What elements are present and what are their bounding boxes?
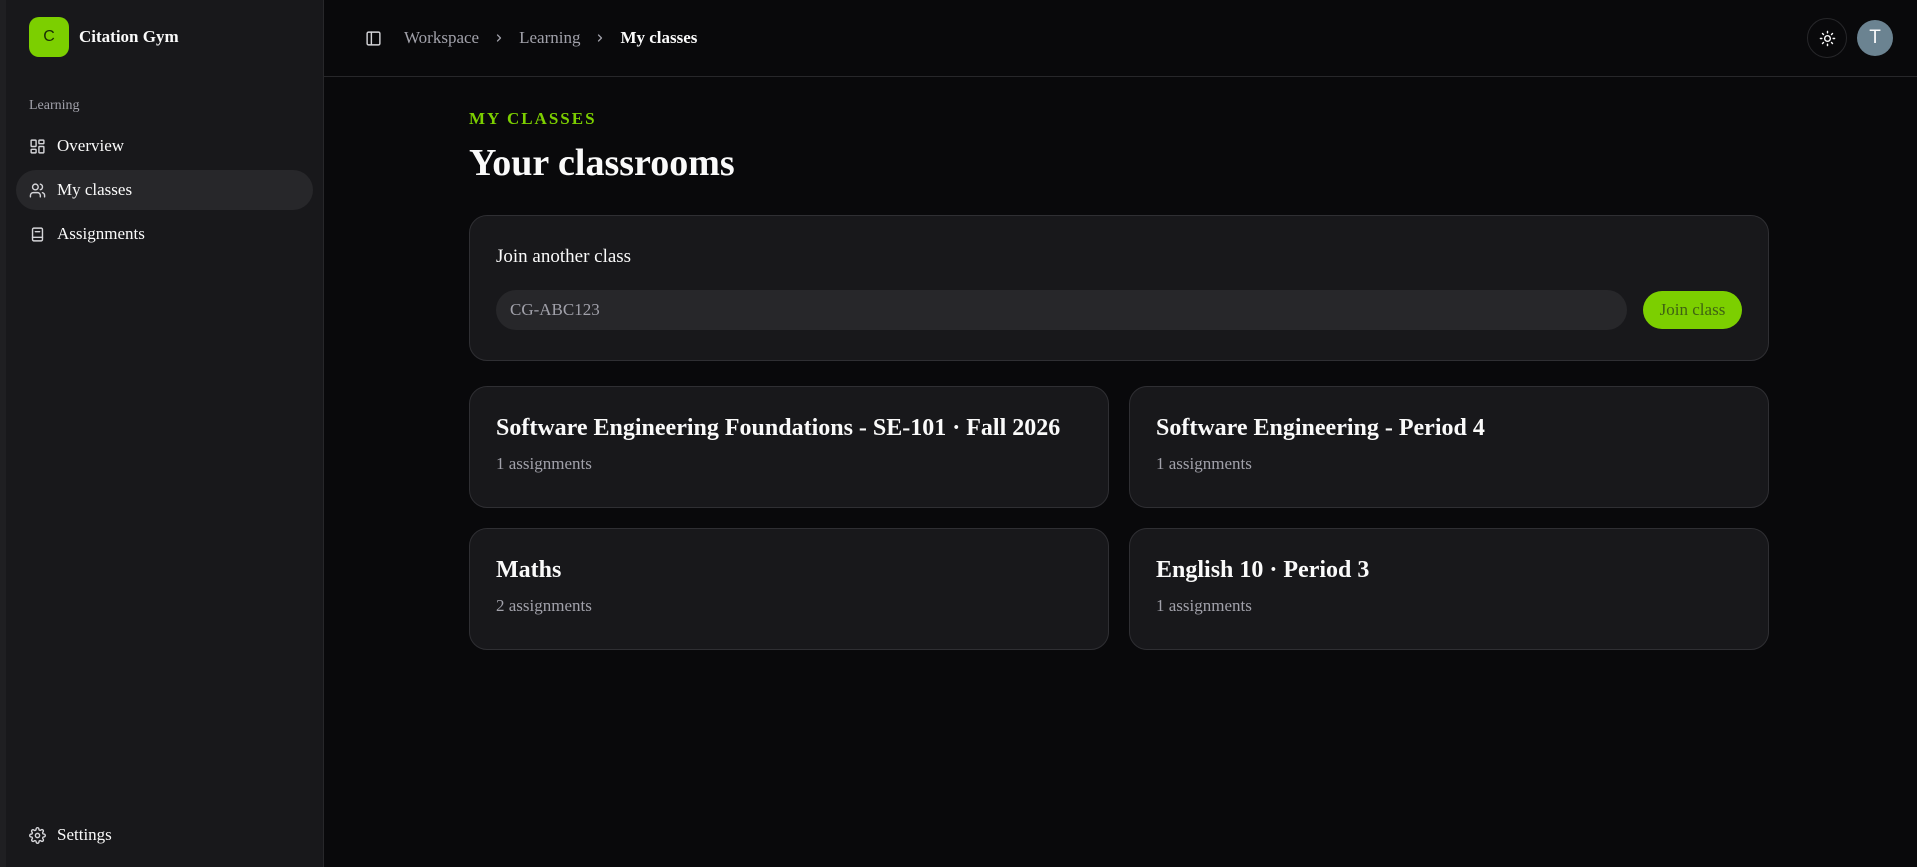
sidebar-item-assignments[interactable]: Assignments [16, 214, 313, 254]
class-assignment-count: 1 assignments [496, 454, 592, 473]
sidebar-item-label: My classes [57, 180, 133, 199]
class-assignment-count: 2 assignments [496, 596, 592, 615]
class-card[interactable]: Software Engineering - Period 4 1 assign… [1129, 386, 1769, 508]
app-root: C Citation Gym Learning Overview My clas… [0, 0, 1917, 867]
chevron-right-icon [594, 32, 606, 44]
sidebar-item-overview[interactable]: Overview [16, 126, 313, 166]
sidebar-item-my-classes[interactable]: My classes [16, 170, 313, 210]
join-class-row: Join class [496, 290, 1742, 330]
users-icon [29, 182, 46, 198]
class-assignment-count: 1 assignments [1156, 454, 1252, 473]
page-title: Your classrooms [469, 142, 735, 184]
class-card[interactable]: English 10 · Period 3 1 assignments [1129, 528, 1769, 650]
topbar-actions: T [1807, 18, 1893, 58]
breadcrumb-workspace[interactable]: Workspace [404, 28, 479, 48]
topbar: Workspace Learning My classes T [324, 0, 1917, 77]
brand-name: Citation Gym [79, 27, 179, 46]
avatar[interactable]: T [1857, 20, 1893, 56]
sidebar-footer: Settings [6, 813, 323, 857]
gear-icon [29, 826, 46, 844]
brand-logo: C [29, 17, 69, 57]
join-class-card: Join another class Join class [469, 215, 1769, 361]
class-name: Software Engineering - Period 4 [1156, 415, 1485, 441]
join-class-button[interactable]: Join class [1643, 291, 1742, 329]
breadcrumb-learning[interactable]: Learning [519, 28, 580, 48]
class-name: Maths [496, 557, 562, 583]
sidebar-item-label: Assignments [57, 224, 145, 243]
brand[interactable]: C Citation Gym [6, 0, 323, 74]
class-assignment-count: 1 assignments [1156, 596, 1252, 615]
sidebar-item-label: Overview [57, 136, 125, 155]
breadcrumb: Workspace Learning My classes [404, 28, 697, 48]
sidebar: C Citation Gym Learning Overview My clas… [0, 0, 324, 867]
sidebar-section-label: Learning [29, 98, 80, 113]
class-grid: Software Engineering Foundations - SE-10… [469, 386, 1769, 650]
sidebar-toggle-button[interactable] [362, 27, 384, 49]
join-class-title: Join another class [496, 246, 632, 267]
class-name: English 10 · Period 3 [1156, 557, 1370, 583]
main-area: Workspace Learning My classes T MY CLASS… [324, 0, 1917, 867]
page-content: MY CLASSES Your classrooms Join another … [324, 77, 1769, 650]
layout-dashboard-icon [30, 138, 45, 154]
class-name: Software Engineering Foundations - SE-10… [496, 415, 1061, 441]
panel-left-icon [365, 30, 381, 46]
chevron-right-icon [493, 32, 505, 44]
sidebar-item-label: Settings [57, 825, 112, 844]
book-icon [31, 226, 44, 242]
class-card[interactable]: Maths 2 assignments [469, 528, 1109, 650]
theme-toggle-button[interactable] [1807, 18, 1847, 58]
sun-icon [1819, 30, 1835, 46]
sidebar-item-settings[interactable]: Settings [16, 815, 313, 855]
page-eyebrow: MY CLASSES [469, 109, 597, 128]
class-card[interactable]: Software Engineering Foundations - SE-10… [469, 386, 1109, 508]
class-code-input[interactable] [496, 290, 1627, 330]
breadcrumb-current: My classes [620, 28, 698, 47]
